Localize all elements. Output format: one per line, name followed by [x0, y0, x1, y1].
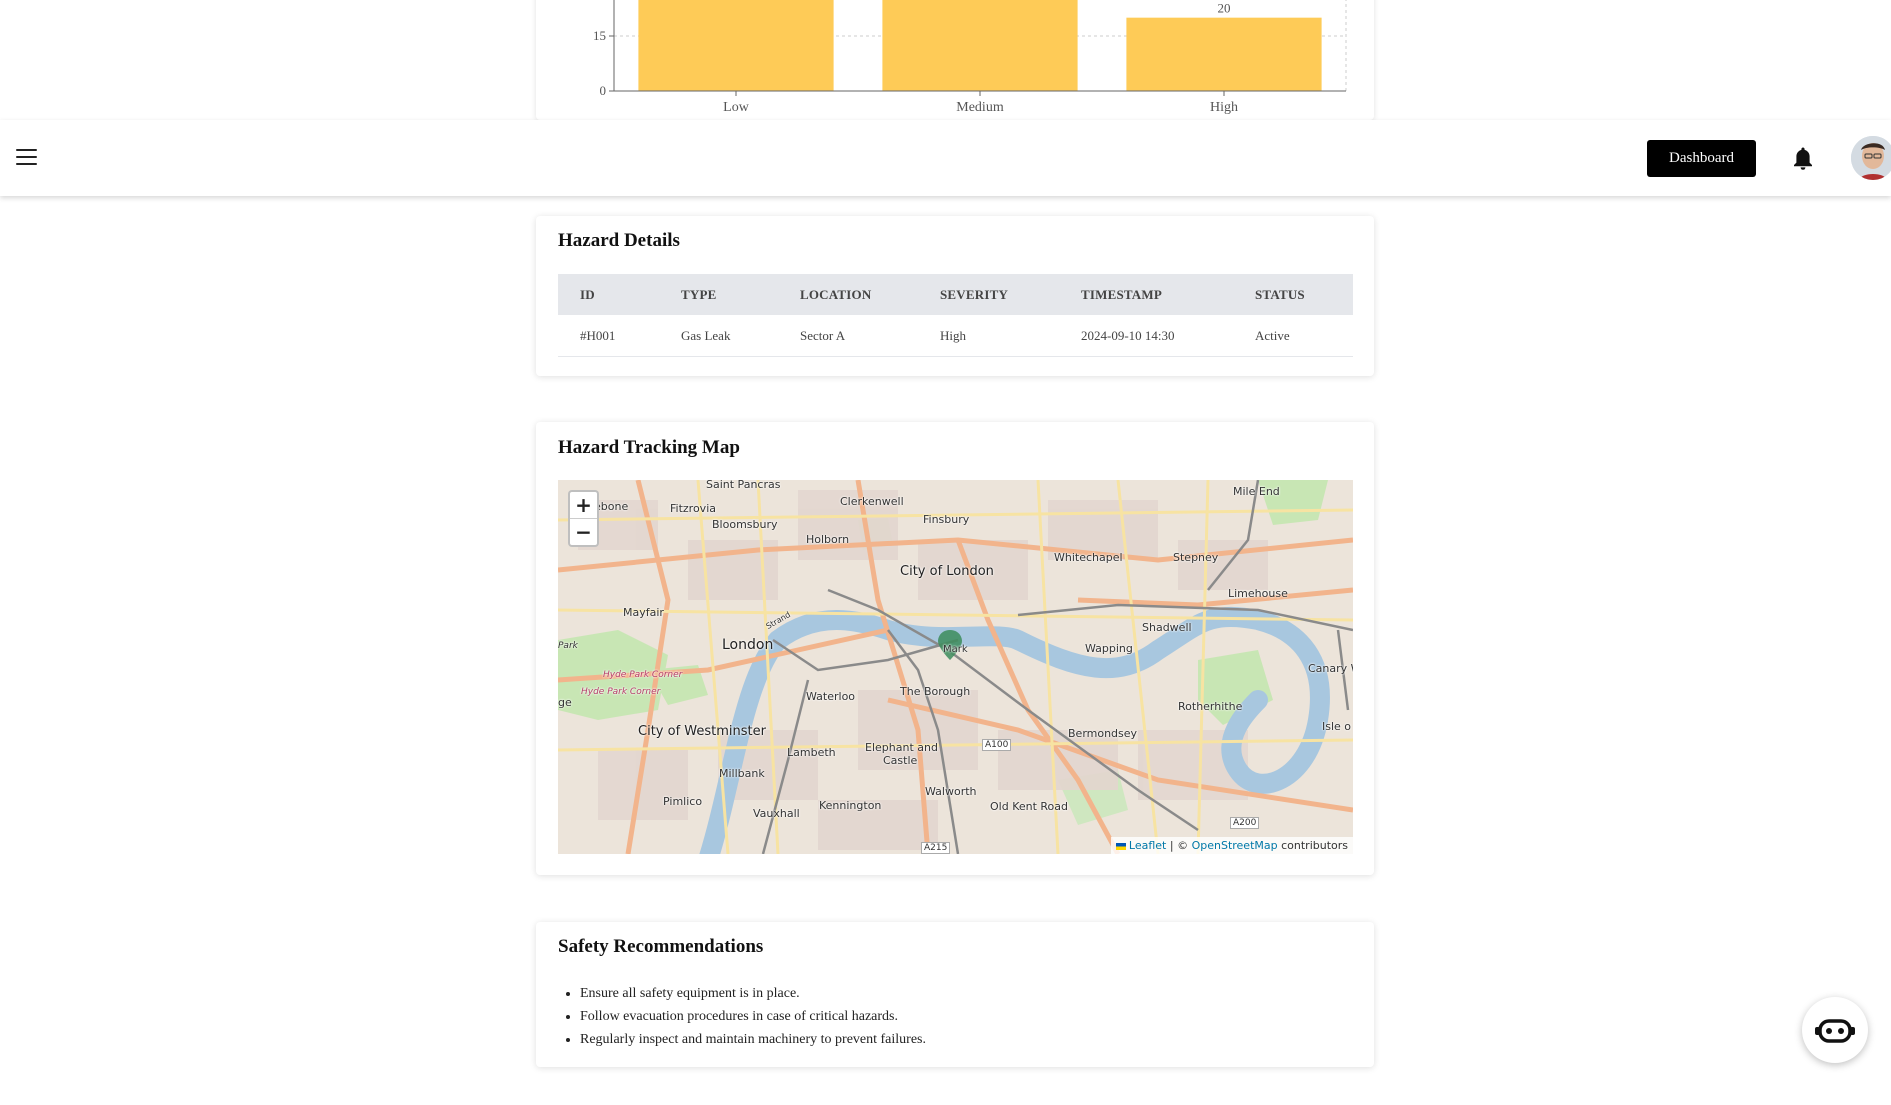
list-item: Regularly inspect and maintain machinery…	[580, 1028, 926, 1051]
chart-y-tick-label: 15	[593, 28, 606, 43]
map-label: ge	[558, 696, 572, 709]
cell-type: Gas Leak	[659, 315, 778, 357]
bell-icon[interactable]	[1791, 146, 1815, 172]
hamburger-menu-icon[interactable]	[16, 149, 37, 167]
attribution-separator: | ©	[1166, 839, 1192, 852]
map-label: Old Kent Road	[990, 800, 1069, 813]
zoom-out-button[interactable]: −	[570, 519, 597, 545]
cell-location: Sector A	[778, 315, 918, 357]
zoom-control: + −	[568, 490, 599, 547]
list-item: Follow evacuation procedures in case of …	[580, 1005, 926, 1028]
map-label: Limehouse	[1228, 587, 1288, 600]
map-label: City of London	[900, 564, 994, 579]
map-label: A215	[921, 842, 951, 854]
recommendation-list: Ensure all safety equipment is in place.…	[558, 982, 926, 1051]
chart-x-tick-label: High	[1210, 100, 1238, 115]
col-status: STATUS	[1233, 274, 1353, 315]
hazard-map-title: Hazard Tracking Map	[558, 437, 740, 458]
map-label: Millbank	[719, 767, 765, 780]
map-label: Rotherhithe	[1178, 700, 1243, 713]
leaflet-link[interactable]: Leaflet	[1129, 839, 1166, 852]
map-label: Hyde Park Corner	[581, 687, 661, 697]
leaflet-map[interactable]: Saint Pancras Clerkenwell ebone Fitzrovi…	[558, 480, 1353, 854]
severity-bar-chart: 0 15 Low Medium High 20	[593, 0, 1347, 115]
chatbot-button[interactable]	[1802, 997, 1868, 1063]
chart-x-tick-label: Medium	[956, 100, 1004, 115]
list-item: Ensure all safety equipment is in place.	[580, 982, 926, 1005]
robot-icon	[1815, 1019, 1855, 1043]
col-severity: SEVERITY	[918, 274, 1059, 315]
map-label: The Borough	[900, 685, 971, 698]
map-label: Mayfair	[623, 606, 664, 619]
map-label: Bloomsbury	[712, 518, 778, 531]
map-label: Wapping	[1085, 642, 1133, 655]
col-location: LOCATION	[778, 274, 918, 315]
map-attribution: Leaflet | © OpenStreetMap contributors	[1110, 837, 1353, 854]
map-label: Whitechapel	[1054, 551, 1123, 564]
col-type: TYPE	[659, 274, 778, 315]
user-avatar[interactable]	[1851, 136, 1891, 180]
map-label: Finsbury	[923, 513, 970, 526]
top-navbar: Dashboard	[0, 120, 1891, 196]
map-label: Waterloo	[806, 690, 856, 703]
map-label: Walworth	[925, 785, 977, 798]
hazard-table: ID TYPE LOCATION SEVERITY TIMESTAMP STAT…	[558, 274, 1353, 357]
chart-bar	[882, 0, 1078, 91]
map-label: Stepney	[1173, 551, 1219, 564]
map-label: Saint Pancras	[706, 480, 781, 491]
ukraine-flag-icon	[1115, 842, 1126, 850]
map-label: Kennington	[819, 799, 882, 812]
chart-y-tick-label: 0	[600, 83, 607, 98]
hazard-map-card: Hazard Tracking Map Saint Pancras Clerke…	[536, 422, 1374, 875]
map-label: Clerkenwell	[840, 495, 904, 508]
cell-severity: High	[918, 315, 1059, 357]
map-label: A200	[1230, 817, 1260, 829]
map-label: Bermondsey	[1068, 727, 1138, 740]
safety-recommendations-card: Safety Recommendations Ensure all safety…	[536, 922, 1374, 1067]
zoom-in-button[interactable]: +	[570, 492, 597, 519]
chart-x-tick-label: Low	[723, 100, 750, 115]
map-label: Castle	[883, 754, 918, 767]
hazard-details-title: Hazard Details	[558, 230, 680, 251]
attribution-suffix: contributors	[1277, 839, 1348, 852]
dashboard-button[interactable]: Dashboard	[1647, 140, 1756, 177]
map-label: Mile End	[1233, 485, 1280, 498]
cell-id: #H001	[558, 315, 659, 357]
map-label: Shadwell	[1142, 621, 1192, 634]
severity-chart-card: 0 15 Low Medium High 20	[536, 0, 1374, 120]
map-label: ebone	[594, 500, 629, 513]
openstreetmap-link[interactable]: OpenStreetMap	[1192, 839, 1278, 852]
chart-bar	[1126, 17, 1322, 91]
map-label: Isle o	[1322, 720, 1352, 733]
chart-bar	[638, 0, 834, 91]
map-label: Vauxhall	[753, 807, 800, 820]
safety-title: Safety Recommendations	[558, 936, 764, 957]
chart-data-label: 20	[1218, 1, 1231, 16]
map-label: A100	[982, 739, 1012, 751]
map-label: Mark	[943, 644, 968, 655]
hazard-details-card: Hazard Details ID TYPE LOCATION SEVERITY…	[536, 216, 1374, 376]
col-timestamp: TIMESTAMP	[1059, 274, 1233, 315]
map-label: Hyde Park Corner	[603, 670, 683, 680]
map-label: London	[722, 637, 774, 653]
map-label: Pimlico	[663, 795, 703, 808]
map-label: Park	[558, 641, 578, 651]
map-label: Elephant and	[865, 741, 938, 754]
map-label: Fitzrovia	[670, 502, 716, 515]
table-header-row: ID TYPE LOCATION SEVERITY TIMESTAMP STAT…	[558, 274, 1353, 315]
map-label: Canary W	[1308, 662, 1353, 675]
map-label: Lambeth	[787, 746, 836, 759]
map-label: City of Westminster	[638, 724, 766, 739]
cell-timestamp: 2024-09-10 14:30	[1059, 315, 1233, 357]
map-label: Holborn	[806, 533, 850, 546]
cell-status: Active	[1233, 315, 1353, 357]
col-id: ID	[558, 274, 659, 315]
table-row[interactable]: #H001 Gas Leak Sector A High 2024-09-10 …	[558, 315, 1353, 357]
